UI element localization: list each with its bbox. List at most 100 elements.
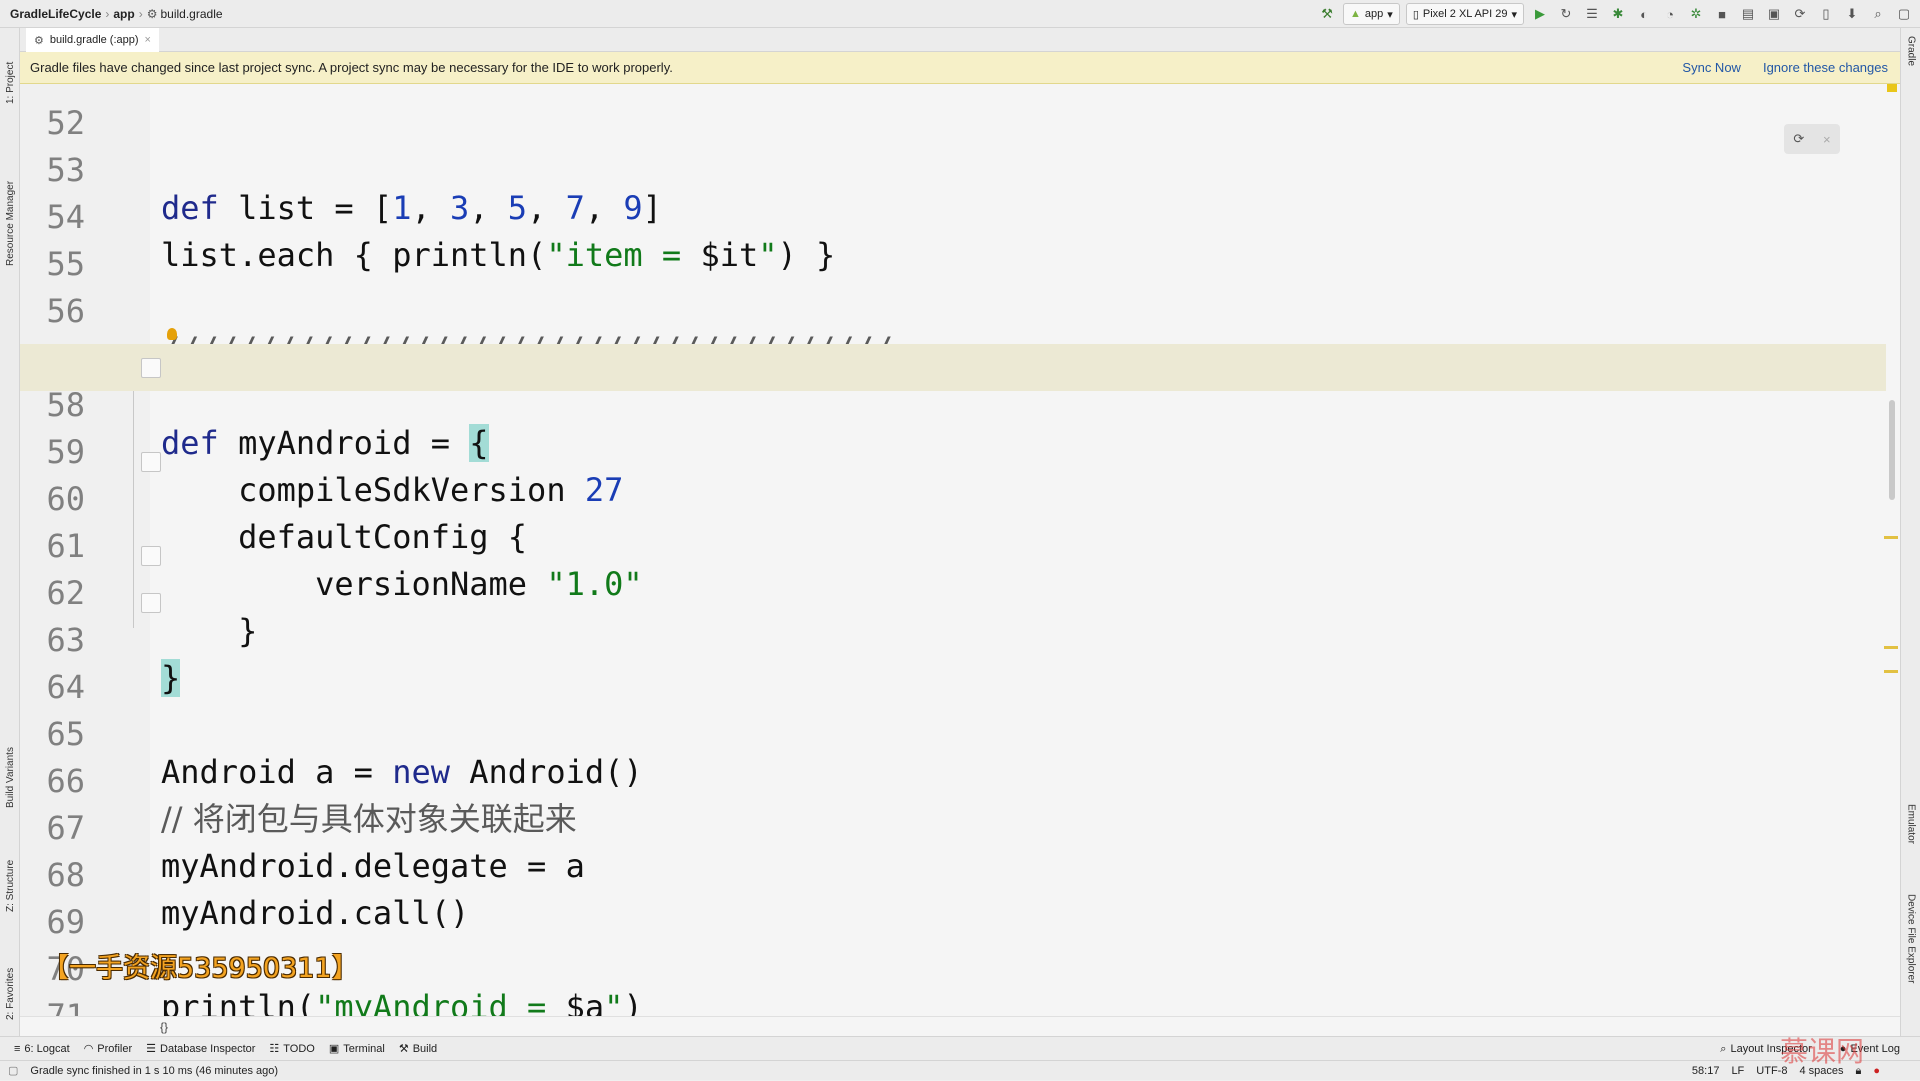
sync-gradle-icon[interactable]: ⟳ bbox=[1790, 4, 1810, 24]
device-select[interactable]: ▯ Pixel 2 XL API 29 ▾ bbox=[1405, 3, 1524, 25]
tool-tab-structure[interactable]: Z: Structure bbox=[0, 836, 20, 912]
project-structure-icon[interactable]: ▤ bbox=[1738, 4, 1758, 24]
attach-debugger-icon[interactable]: ✲ bbox=[1686, 4, 1706, 24]
gradle-file-icon: ⚙ bbox=[34, 34, 44, 47]
sync-notification-banner: Gradle files have changed since last pro… bbox=[20, 52, 1900, 84]
code-line-current: 58 def myAndroid = { bbox=[20, 344, 1886, 462]
code-line: 66 // 将闭包与具体对象关联起来 bbox=[20, 720, 1886, 838]
fold-toggle-icon[interactable] bbox=[141, 593, 161, 613]
rerun-icon[interactable]: ↻ bbox=[1556, 4, 1576, 24]
android-icon: ▲ bbox=[1350, 8, 1361, 20]
profiler-icon: ◠ bbox=[83, 1043, 94, 1055]
fold-toggle-icon[interactable] bbox=[141, 546, 161, 566]
editor-tab-bar: ⚙ build.gradle (:app) × bbox=[20, 28, 1900, 55]
tool-tab-profiler[interactable]: ◠ Profiler bbox=[83, 1042, 132, 1056]
error-stripe-mark[interactable] bbox=[1884, 646, 1898, 649]
logcat-icon: ≡ bbox=[14, 1042, 21, 1055]
status-toggle-icon[interactable]: ▢ bbox=[8, 1064, 18, 1077]
error-stripe-mark[interactable] bbox=[1884, 670, 1898, 673]
chevron-right-icon: › bbox=[138, 6, 143, 21]
tool-tab-resource-manager[interactable]: Resource Manager bbox=[0, 136, 20, 266]
left-tool-strip: 1: Project Resource Manager Build Varian… bbox=[0, 28, 20, 1058]
breadcrumb-project[interactable]: GradleLifeCycle bbox=[10, 7, 101, 21]
terminal-icon: ▣ bbox=[328, 1043, 340, 1055]
breadcrumb-closure[interactable]: {} bbox=[160, 1020, 168, 1034]
coverage-icon[interactable]: ◐ bbox=[1634, 4, 1654, 24]
profile-icon[interactable]: ◔ bbox=[1660, 4, 1680, 24]
main-toolbar: ⚒ ▲ app ▾ ▯ Pixel 2 XL API 29 ▾ ▶ ↻ ☰ ✱ … bbox=[1317, 0, 1914, 28]
window-icon[interactable]: ▢ bbox=[1894, 4, 1914, 24]
gradle-file-icon: ⚙ bbox=[146, 6, 158, 21]
caret-position[interactable]: 58:17 bbox=[1692, 1065, 1720, 1077]
code-line: 69 bbox=[20, 861, 1886, 941]
chevron-down-icon: ▾ bbox=[1511, 8, 1517, 21]
tool-tab-project[interactable]: 1: Project bbox=[0, 34, 20, 104]
editor-tab-label: build.gradle (:app) bbox=[49, 34, 139, 46]
close-icon[interactable]: × bbox=[145, 34, 151, 46]
tool-tab-terminal[interactable]: ▣ Terminal bbox=[328, 1042, 385, 1056]
stop-icon[interactable]: ■ bbox=[1712, 4, 1732, 24]
gradle-sync-popup[interactable]: ⟳ × bbox=[1784, 124, 1840, 154]
code-line: 52 bbox=[20, 84, 1886, 142]
sync-now-link[interactable]: Sync Now bbox=[1682, 60, 1741, 75]
breadcrumb-file[interactable]: build.gradle bbox=[160, 7, 222, 21]
device-label: Pixel 2 XL API 29 bbox=[1422, 8, 1508, 20]
right-tool-strip: Gradle Emulator Device File Explorer bbox=[1900, 28, 1920, 1058]
tool-tab-gradle[interactable]: Gradle bbox=[1901, 36, 1920, 96]
editor-breadcrumb: {} bbox=[20, 1016, 1900, 1036]
tool-tab-todo[interactable]: ☷ TODO bbox=[269, 1042, 314, 1056]
run-icon[interactable]: ▶ bbox=[1530, 4, 1550, 24]
code-line: 62 } bbox=[20, 532, 1886, 650]
run-config-label: app bbox=[1364, 8, 1384, 20]
phone-icon: ▯ bbox=[1412, 8, 1419, 21]
fold-toggle-icon[interactable] bbox=[141, 452, 161, 472]
vertical-scrollbar[interactable] bbox=[1889, 400, 1895, 500]
sdk-manager-icon[interactable]: ⬇ bbox=[1842, 4, 1862, 24]
apply-changes-icon[interactable]: ☰ bbox=[1582, 4, 1602, 24]
debug-icon[interactable]: ✱ bbox=[1608, 4, 1628, 24]
hammer-icon[interactable]: ⚒ bbox=[1317, 4, 1337, 24]
editor-tab-build-gradle[interactable]: ⚙ build.gradle (:app) × bbox=[26, 28, 159, 55]
code-line: 55 bbox=[20, 203, 1886, 283]
code-line: 57 bbox=[20, 297, 1886, 377]
breadcrumb: GradleLifeCycle › app › ⚙ build.gradle bbox=[0, 7, 223, 21]
fold-toggle-icon[interactable] bbox=[141, 358, 161, 378]
code-line: 64 bbox=[20, 626, 1886, 706]
line-separator[interactable]: LF bbox=[1731, 1065, 1744, 1077]
error-indicator-icon[interactable]: ● bbox=[1873, 1065, 1880, 1077]
line-number: 71 bbox=[46, 997, 85, 1016]
tool-tab-emulator[interactable]: Emulator bbox=[1901, 804, 1920, 874]
lightbulb-icon[interactable] bbox=[167, 328, 177, 340]
code-line: 68 myAndroid.call() bbox=[20, 814, 1886, 932]
chevron-right-icon: › bbox=[105, 6, 110, 21]
tool-tab-database-inspector[interactable]: ☰ Database Inspector bbox=[146, 1042, 255, 1056]
error-stripe-mark[interactable] bbox=[1884, 536, 1898, 539]
inspection-status-icon[interactable] bbox=[1887, 84, 1897, 92]
code-line: 56 /////////////////////////////////////… bbox=[20, 250, 1886, 368]
code-line: 59 compileSdkVersion 27 bbox=[20, 391, 1886, 509]
navigation-bar: GradleLifeCycle › app › ⚙ build.gradle ⚒… bbox=[0, 0, 1920, 28]
tool-tab-device-file-explorer[interactable]: Device File Explorer bbox=[1901, 894, 1920, 1024]
layout-editor-icon[interactable]: ▣ bbox=[1764, 4, 1784, 24]
breadcrumb-module[interactable]: app bbox=[113, 7, 134, 21]
code-editor[interactable]: 52 53 def list = [1, 3, 5, 7, 9] 54 list… bbox=[20, 84, 1900, 1016]
status-bar: ▢ Gradle sync finished in 1 s 10 ms (46 … bbox=[0, 1060, 1920, 1080]
todo-icon: ☷ bbox=[269, 1043, 280, 1055]
close-icon[interactable]: × bbox=[1823, 132, 1831, 147]
avd-manager-icon[interactable]: ▯ bbox=[1816, 4, 1836, 24]
tool-window-bar: ≡ 6: Logcat ◠ Profiler ☰ Database Inspector… bbox=[0, 1036, 1920, 1060]
tool-tab-build-variants[interactable]: Build Variants bbox=[0, 718, 20, 808]
banner-message: Gradle files have changed since last pro… bbox=[30, 60, 673, 75]
chevron-down-icon: ▾ bbox=[1387, 8, 1393, 21]
run-config-select[interactable]: ▲ app ▾ bbox=[1343, 3, 1400, 25]
gradle-elephant-icon[interactable]: ⟳ bbox=[1793, 131, 1804, 147]
ignore-changes-link[interactable]: Ignore these changes bbox=[1763, 60, 1888, 75]
tool-tab-logcat[interactable]: ≡ 6: Logcat bbox=[14, 1043, 70, 1055]
code-line: 61 versionName "1.0" bbox=[20, 485, 1886, 603]
tool-tab-build[interactable]: ⚒ Build bbox=[399, 1042, 437, 1056]
code-line: 60 defaultConfig { bbox=[20, 438, 1886, 556]
search-icon[interactable]: ⌕ bbox=[1868, 4, 1888, 24]
code-line: 54 list.each { println("item = $it") } bbox=[20, 156, 1886, 274]
code-line: 63 } bbox=[20, 579, 1886, 697]
tool-tab-favorites[interactable]: 2: Favorites bbox=[0, 940, 20, 1020]
